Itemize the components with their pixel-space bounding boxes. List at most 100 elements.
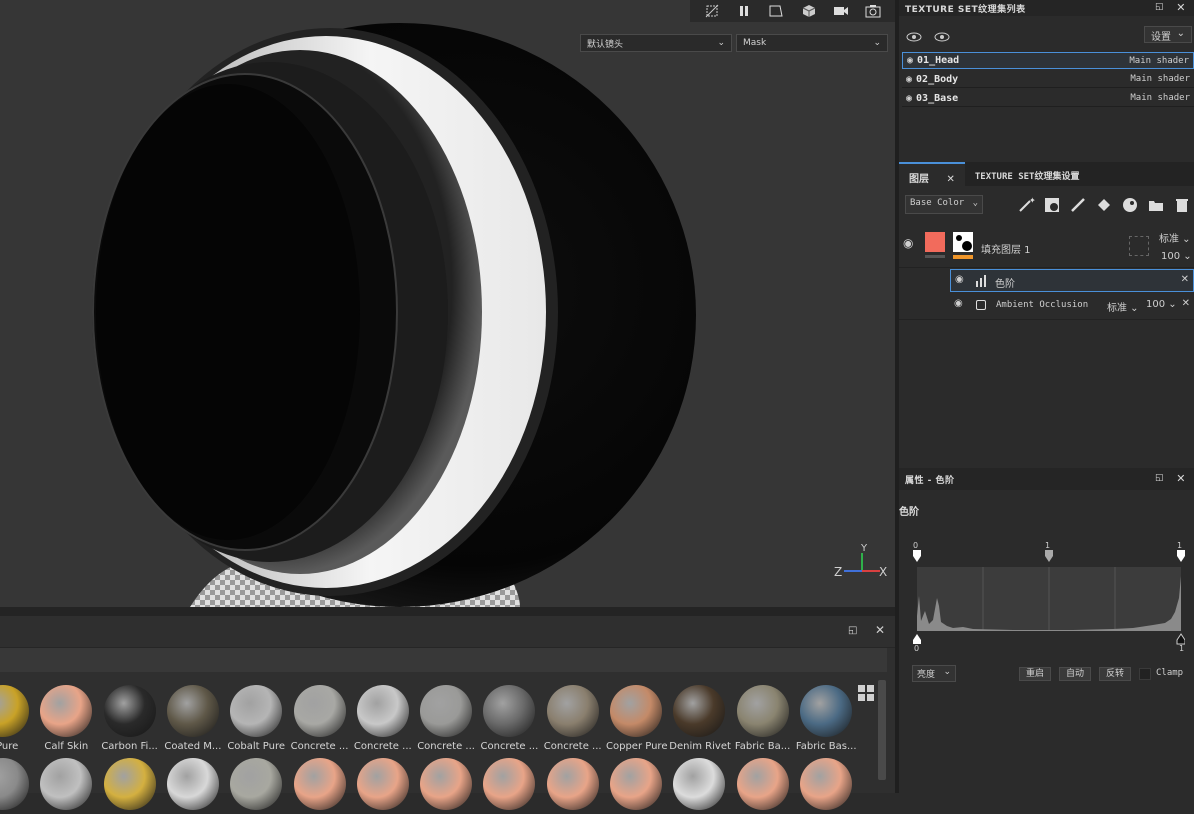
material-tile[interactable]	[226, 758, 286, 814]
material-tile[interactable]	[100, 758, 160, 814]
channel-dropdown[interactable]: Base Color ⌄	[905, 195, 983, 214]
mask-thumbnail[interactable]	[953, 232, 973, 252]
input-black-handle[interactable]	[913, 550, 921, 562]
folder-icon[interactable]	[1147, 196, 1165, 214]
material-tile[interactable]	[163, 758, 223, 814]
camera-select-value: 默认镜头	[587, 39, 624, 50]
eye-icon[interactable]: ◉	[906, 93, 912, 104]
material-tile[interactable]: Concrete ...	[416, 685, 476, 752]
material-tile[interactable]: Fabric Bas...	[796, 685, 857, 752]
levels-mode-select[interactable]: 亮度 ⌄	[912, 665, 956, 682]
material-tile[interactable]: Copper Pure	[606, 685, 667, 752]
output-white-handle[interactable]	[1176, 633, 1185, 645]
material-tile[interactable]: Cobalt Pure	[226, 685, 286, 752]
maximize-icon[interactable]: ◱	[1155, 473, 1164, 483]
levels-effect-row[interactable]: ◉ 色阶 ✕	[950, 269, 1194, 292]
material-preview	[610, 685, 662, 737]
3d-viewport[interactable]: 默认镜头 ⌄ Mask ⌄ Y Z X	[0, 0, 895, 607]
material-tile[interactable]: Fabric Ba...	[733, 685, 793, 752]
material-tile[interactable]	[543, 758, 603, 814]
shelf-search-bar[interactable]	[0, 648, 887, 672]
eye-icon[interactable]: ◉	[955, 274, 964, 285]
close-icon[interactable]: ✕	[875, 623, 885, 637]
brush-icon[interactable]	[1069, 196, 1087, 214]
material-tile[interactable]	[36, 758, 96, 814]
opacity-value[interactable]: 100 ⌄	[1146, 299, 1177, 310]
material-preview	[230, 758, 283, 810]
material-tile[interactable]: Carbon Fi...	[100, 685, 160, 752]
reset-button[interactable]: 重启	[1019, 667, 1052, 681]
material-tile[interactable]	[669, 758, 729, 814]
grid-view-icon[interactable]	[858, 685, 874, 701]
material-tile[interactable]	[733, 758, 793, 814]
auto-button[interactable]: 自动	[1059, 667, 1092, 681]
screenshot-icon[interactable]	[862, 2, 884, 20]
material-icon[interactable]	[1121, 196, 1139, 214]
material-tile[interactable]	[479, 758, 539, 814]
output-black-handle[interactable]	[913, 634, 921, 644]
texture-set-row-base[interactable]: ◉ 03_Base Main shader	[902, 90, 1194, 107]
material-tile[interactable]	[606, 758, 666, 814]
material-tile[interactable]: Denim Rivet	[669, 685, 731, 752]
input-white-handle[interactable]	[1177, 550, 1185, 562]
eye-icon[interactable]: ◉	[906, 74, 912, 85]
blend-mode[interactable]: 标准 ⌄	[1107, 299, 1139, 314]
settings-dropdown[interactable]: 设置 ⌄	[1144, 26, 1192, 43]
maximize-icon[interactable]: ◱	[1155, 2, 1164, 12]
tab-layers[interactable]: 图层 ✕	[899, 162, 965, 186]
close-icon[interactable]: ✕	[946, 174, 954, 185]
eye-refresh-icon[interactable]	[906, 28, 922, 47]
material-label: Coated M...	[164, 741, 222, 752]
ao-effect-row[interactable]: ◉ Ambient Occlusion 标准 ⌄ 100 ⌄ ✕	[950, 294, 1194, 316]
material-tile[interactable]: Concrete ...	[543, 685, 603, 752]
eye-icon[interactable]	[934, 28, 950, 47]
material-tile[interactable]	[353, 758, 413, 814]
material-tile[interactable]	[796, 758, 856, 814]
blend-mode[interactable]: 标准 ⌄	[1159, 230, 1191, 245]
smart-mask-icon[interactable]	[1043, 196, 1061, 214]
eye-icon[interactable]: ◉	[954, 298, 963, 309]
close-icon[interactable]: ✕	[1176, 472, 1186, 485]
material-tile[interactable]	[0, 758, 33, 814]
magic-wand-icon[interactable]: ✦	[1017, 196, 1035, 214]
input-gamma-handle[interactable]	[1045, 550, 1053, 562]
eye-icon[interactable]: ◉	[907, 55, 913, 66]
fill-color-swatch[interactable]	[925, 232, 945, 252]
eye-icon[interactable]: ◉	[903, 236, 913, 250]
levels-histogram[interactable]: 0 1 1 0 1	[913, 536, 1185, 654]
close-icon[interactable]: ✕	[1181, 274, 1189, 285]
video-camera-icon[interactable]	[830, 2, 852, 20]
opacity-value[interactable]: 100 ⌄	[1161, 251, 1192, 262]
material-tile[interactable]: Concrete ...	[353, 685, 413, 752]
cube-icon[interactable]	[798, 2, 820, 20]
close-icon[interactable]: ✕	[1176, 1, 1186, 14]
texture-set-row-body[interactable]: ◉ 02_Body Main shader	[902, 71, 1194, 88]
maximize-icon[interactable]: ◱	[848, 625, 857, 636]
camera-select[interactable]: 默认镜头 ⌄	[580, 34, 732, 52]
close-icon[interactable]: ✕	[1182, 298, 1190, 309]
fill-bucket-icon[interactable]	[1095, 196, 1113, 214]
material-tile[interactable]: Calf Skin	[36, 685, 96, 752]
material-tile[interactable]	[290, 758, 350, 814]
shelf-scrollbar[interactable]	[878, 680, 886, 780]
trash-icon[interactable]	[1173, 196, 1191, 214]
material-tile[interactable]: s Pure	[0, 685, 33, 752]
clamp-checkbox[interactable]	[1139, 668, 1151, 680]
frame-icon[interactable]	[765, 2, 787, 20]
fill-layer-row[interactable]: ◉ 填充图层 1 标准 ⌄ 100 ⌄	[899, 222, 1194, 268]
material-tile[interactable]: Concrete ...	[479, 685, 539, 752]
texture-set-name: 03_Base	[916, 92, 959, 104]
material-tile[interactable]: Coated M...	[163, 685, 223, 752]
viewport-splitter[interactable]	[0, 607, 895, 616]
channel-select[interactable]: Mask ⌄	[736, 34, 888, 52]
layer-mask-slot[interactable]	[1129, 236, 1149, 256]
no-camera-icon[interactable]	[701, 2, 723, 20]
shelf-header: ◱ ✕	[0, 616, 895, 648]
tab-texture-set-settings[interactable]: TEXTURE SET纹理集设置	[965, 162, 1090, 186]
material-tile[interactable]: Concrete ...	[290, 685, 350, 752]
invert-button[interactable]: 反转	[1099, 667, 1132, 681]
pause-icon[interactable]	[733, 2, 755, 20]
viewport-render	[92, 23, 696, 607]
texture-set-row-head[interactable]: ◉ 01_Head Main shader	[902, 52, 1194, 69]
material-tile[interactable]	[416, 758, 476, 814]
